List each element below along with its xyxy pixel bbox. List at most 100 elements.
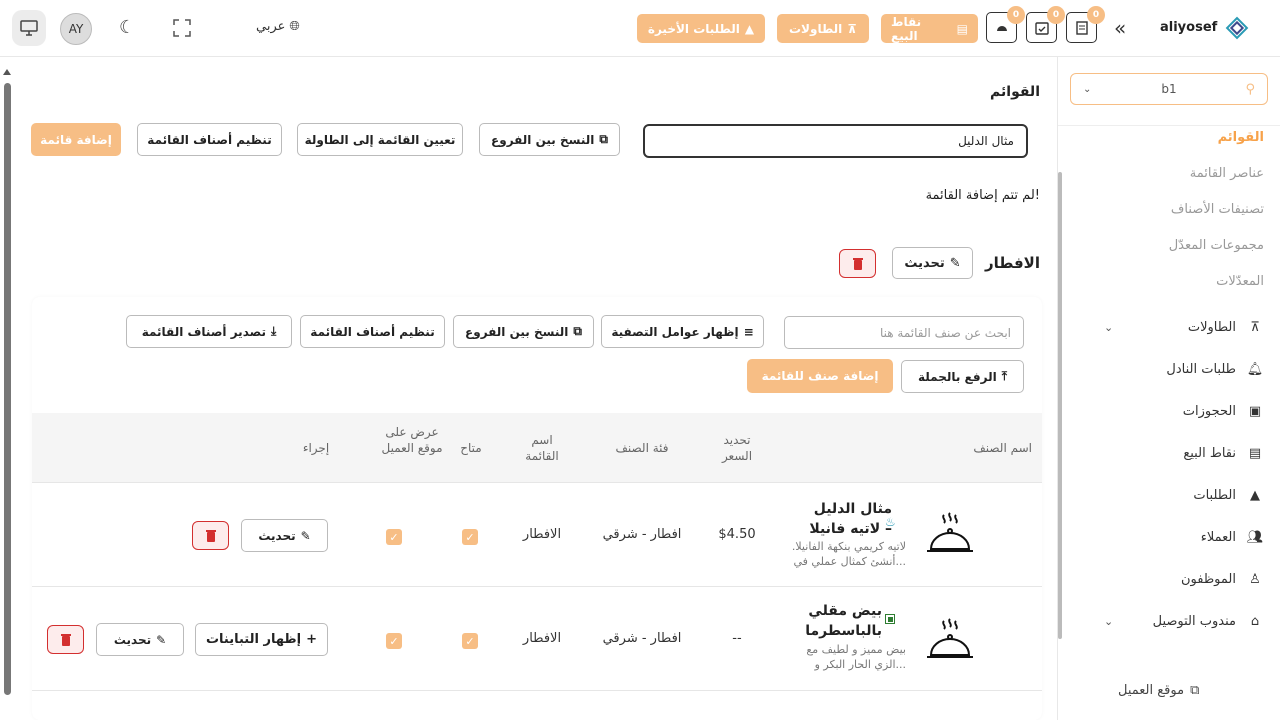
chevron-down-icon: ⌄ <box>1104 614 1114 628</box>
cloche-icon: ▲ <box>744 21 755 36</box>
table-header: اسم الصنف تحديد السعر فئة الصنف اسم القا… <box>32 413 1042 483</box>
item-category: افطار - شرقي <box>602 527 682 542</box>
waiter-badge: 0 <box>1007 6 1025 24</box>
bulk-upload-button[interactable]: الرفع بالجملة ⤒ <box>901 360 1024 393</box>
edit-icon: ✎ <box>949 255 961 271</box>
sidebar-item-waiter-requests[interactable]: طلبات النادل 🔔︎ <box>1078 357 1264 381</box>
update-menu-button[interactable]: تحديث ✎ <box>892 247 973 279</box>
table-row[interactable]: بيض مقلي بالباسطرما بيض مميز و لطيف مع ا… <box>32 587 1042 691</box>
item-menu: الافطار <box>522 631 562 646</box>
table-icon: ⊼ <box>847 21 858 36</box>
sidebar-item-staff[interactable]: الموظفون ♙ <box>1078 567 1264 591</box>
chevron-down-icon: ⌄ <box>1083 83 1092 95</box>
pos-button[interactable]: نقاط البيع ▤ <box>881 14 978 43</box>
brand-name: aliyosef <box>1160 20 1218 35</box>
menu-items-card: ابحث عن صنف القائمة هنا إظهار عوامل التص… <box>32 297 1042 720</box>
person-icon: ♙ <box>1249 571 1261 587</box>
item-description: لاتيه كريمي بنكهة الفانيلا. أنشئ كمثال ع… <box>791 540 906 568</box>
download-icon: ⤓ <box>270 324 277 338</box>
trash-icon <box>852 258 863 270</box>
edit-icon: ✎ <box>300 528 311 543</box>
item-description: بيض مميز و لطيف مع الزي الحار البكر و... <box>806 643 906 671</box>
item-menu: الافطار <box>522 527 562 542</box>
sidebar-item-customers[interactable]: العملاء 👥︎ <box>1078 525 1264 549</box>
sidebar-item-delivery[interactable]: ⌄ مندوب التوصيل ⌂ <box>1078 609 1264 633</box>
item-name: بيض مقلي بالباسطرما <box>805 603 882 639</box>
location-pin-icon: ⚲ <box>1245 81 1255 97</box>
dark-mode-icon[interactable]: ☾ <box>119 17 135 38</box>
delete-item-button[interactable] <box>192 521 229 550</box>
top-header: aliyosef « 0 0 0 نقاط البيع ▤ الطاولات ⊼ ا… <box>0 0 1280 57</box>
sidebar-item-reservations[interactable]: الحجوزات ▣ <box>1078 399 1264 423</box>
show-filters-button[interactable]: إظهار عوامل التصفية ≡ <box>601 315 764 348</box>
notifications-badge: 0 <box>1087 6 1105 24</box>
language-switch[interactable]: عربي 🌐︎ <box>256 19 300 34</box>
recent-orders-button[interactable]: الطلبات الأخيرة ▲ <box>637 14 765 43</box>
veg-icon: ♨ <box>885 515 896 529</box>
delete-menu-button[interactable] <box>839 249 876 278</box>
available-checkbox[interactable]: ✓ <box>462 529 478 545</box>
arrange-categories-items-button[interactable]: تنظيم أصناف القائمة <box>300 315 445 348</box>
main-content: القوائم مثال الدليل النسخ بين الفروع ⧉ تع… <box>15 57 1055 720</box>
sidebar-scrollbar[interactable] <box>1058 172 1062 639</box>
pos-icon: ▤ <box>956 21 968 36</box>
plus-icon: + <box>306 632 318 647</box>
copy-icon: ⧉ <box>573 324 582 338</box>
sidebar-item-modifier-groups[interactable]: مجموعات المعدّل <box>1169 238 1264 253</box>
sidebar: ⌄ b1 ⚲ القوائم عناصر القائمة تصنيفات الأ… <box>1057 57 1280 720</box>
copy-branches-button[interactable]: النسخ بين الفروع ⧉ <box>479 123 620 156</box>
export-categories-button[interactable]: تصدير أصناف القائمة ⤓ <box>126 315 292 348</box>
add-menu-button[interactable]: إضافة قائمة <box>31 123 121 156</box>
user-avatar[interactable]: AY <box>60 13 92 45</box>
notifications-box[interactable]: 0 <box>1066 6 1105 43</box>
arrange-categories-button[interactable]: تنظيم أصناف القائمة <box>137 123 282 156</box>
sidebar-item-tables[interactable]: ⌄ الطاولات ⊼ <box>1078 315 1264 339</box>
item-name: مثال الدليل – لاتيه فانيلا <box>809 501 892 537</box>
page-title: القوائم <box>990 84 1040 100</box>
sidebar-item-categories[interactable]: تصنيفات الأصناف <box>1171 202 1264 217</box>
item-search-input[interactable]: ابحث عن صنف القائمة هنا <box>784 316 1024 349</box>
sidebar-item-pos[interactable]: نقاط البيع ▤ <box>1078 441 1264 465</box>
branch-select[interactable]: ⌄ b1 ⚲ <box>1070 73 1268 105</box>
fullscreen-icon[interactable] <box>173 19 191 37</box>
customer-site-link[interactable]: موقع العميل ⧉ <box>1118 683 1199 698</box>
menu-search-input[interactable]: مثال الدليل <box>643 124 1028 158</box>
filter-icon: ≡ <box>743 324 754 339</box>
add-item-button[interactable]: إضافة صنف للقائمة <box>747 359 893 393</box>
scroll-up-icon[interactable] <box>3 69 11 75</box>
globe-icon: 🌐︎ <box>289 19 300 34</box>
external-link-icon: ⧉ <box>1190 683 1200 698</box>
page-scrollbar[interactable] <box>0 57 15 720</box>
reservations-box[interactable]: 0 <box>1026 6 1065 43</box>
waiter-box[interactable]: 0 <box>986 6 1025 43</box>
item-price: -- <box>732 631 742 646</box>
monitor-icon[interactable] <box>12 10 46 46</box>
tables-button[interactable]: الطاولات ⊼ <box>777 14 869 43</box>
reservations-badge: 0 <box>1047 6 1065 24</box>
update-item-button[interactable]: تحديث ✎ <box>241 519 328 552</box>
edit-icon: ✎ <box>156 632 167 647</box>
item-price: $4.50 <box>718 527 756 542</box>
delete-item-button[interactable] <box>47 625 84 654</box>
show-site-checkbox[interactable]: ✓ <box>386 633 402 649</box>
sidebar-item-modifiers[interactable]: المعدّلات <box>1216 274 1264 289</box>
show-variants-button[interactable]: إظهار التباينات + <box>195 623 328 656</box>
copy-branches-items-button[interactable]: النسخ بين الفروع ⧉ <box>453 315 594 348</box>
collapse-sidebar-icon[interactable]: « <box>1114 16 1126 40</box>
sidebar-item-menu-items[interactable]: عناصر القائمة <box>1190 166 1264 181</box>
table-row[interactable]: مثال الدليل – لاتيه فانيلا ♨ لاتيه كريمي… <box>32 483 1042 587</box>
upload-icon: ⤒ <box>1001 369 1007 383</box>
col-show-site: عرض على موقع العميل <box>381 425 443 455</box>
sidebar-item-orders[interactable]: الطلبات ▲ <box>1078 483 1264 507</box>
calendar-check-icon <box>1034 21 1049 35</box>
assign-menu-table-button[interactable]: تعيين القائمة إلى الطاولة <box>297 123 463 156</box>
col-menu-name: اسم القائمة <box>525 433 559 463</box>
show-site-checkbox[interactable]: ✓ <box>386 529 402 545</box>
sidebar-item-menus[interactable]: القوائم <box>1218 130 1264 145</box>
item-category: افطار - شرقي <box>602 631 682 646</box>
update-item-button[interactable]: تحديث ✎ <box>96 623 184 656</box>
scrollbar-thumb[interactable] <box>4 83 11 695</box>
available-checkbox[interactable]: ✓ <box>462 633 478 649</box>
brand-logo-icon[interactable] <box>1224 15 1250 41</box>
menu-name: الافطار <box>984 254 1040 272</box>
